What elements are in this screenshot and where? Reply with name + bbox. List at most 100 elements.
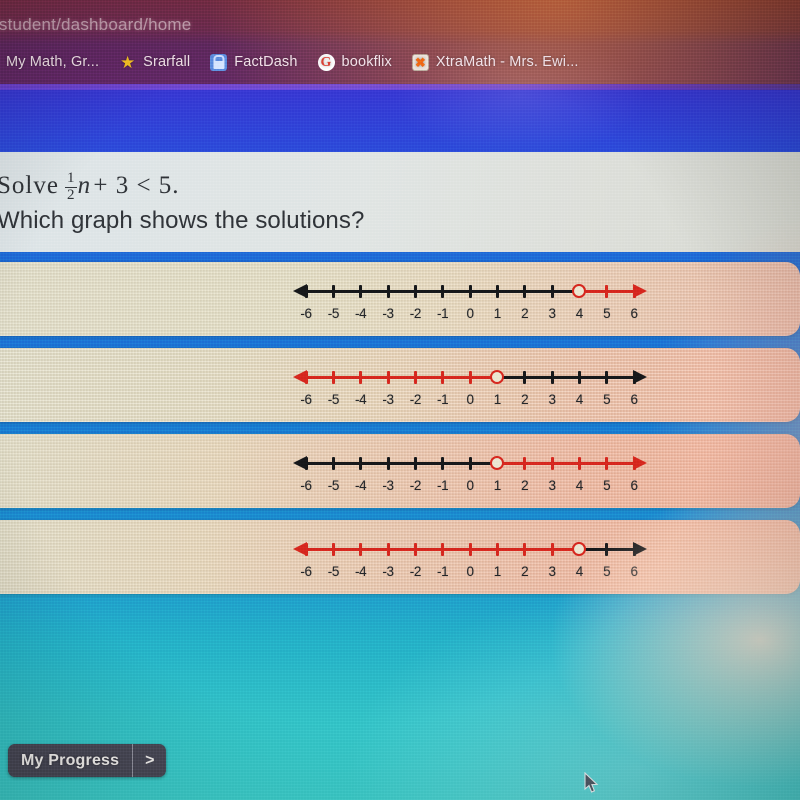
axis-tick-label: 1 bbox=[493, 478, 502, 493]
arrowhead-left-icon bbox=[293, 542, 307, 556]
axis-tick bbox=[605, 457, 609, 470]
axis-tick-label: 2 bbox=[521, 306, 529, 321]
bookmark-my-math[interactable]: My Math, Gr... bbox=[0, 52, 109, 72]
axis-tick-label: -1 bbox=[437, 306, 449, 321]
axis-tick-label: -2 bbox=[409, 392, 422, 407]
axis-tick-label: -2 bbox=[409, 306, 422, 321]
axis-tick bbox=[386, 457, 390, 470]
lock-icon bbox=[210, 53, 228, 71]
bookmark-xtramath[interactable]: ✖ XtraMath - Mrs. Ewi... bbox=[402, 52, 589, 73]
bookmarks-bar: My Math, Gr... ★ Srarfall FactDash G boo… bbox=[0, 48, 589, 76]
number-line-b bbox=[293, 369, 647, 384]
arrowhead-right-icon bbox=[633, 370, 647, 384]
number-line-labels-d: -6 -5 -4 -3 -2 -1 0 1 2 3 4 5 6 bbox=[300, 564, 638, 582]
open-circle-endpoint bbox=[490, 369, 505, 384]
axis-tick-label: -3 bbox=[382, 392, 394, 407]
axis-tick-label: 3 bbox=[548, 478, 556, 493]
axis-tick-label: -6 bbox=[300, 478, 312, 493]
arrowhead-left-icon bbox=[293, 456, 307, 470]
axis-tick-label: 4 bbox=[575, 392, 584, 407]
arrowhead-left-icon bbox=[293, 284, 307, 298]
question-prompt: Which graph shows the solutions? bbox=[0, 207, 365, 234]
axis-tick bbox=[550, 285, 554, 298]
arrowhead-right-icon bbox=[633, 284, 647, 298]
axis-tick-label: 2 bbox=[521, 478, 529, 493]
axis-tick-label: 0 bbox=[466, 478, 474, 493]
axis-tick bbox=[577, 457, 581, 470]
star-icon: ★ bbox=[119, 52, 136, 72]
axis-tick bbox=[577, 371, 581, 384]
axis-tick bbox=[441, 285, 445, 298]
axis-tick bbox=[605, 371, 609, 384]
fraction-denominator: 2 bbox=[64, 186, 77, 203]
axis-tick bbox=[605, 285, 609, 298]
browser-chrome: /student/dashboard/home My Math, Gr... ★… bbox=[0, 0, 800, 88]
axis-tick-label: -6 bbox=[300, 392, 312, 407]
axis-tick bbox=[550, 457, 554, 470]
answer-option-b[interactable]: -6 -5 -4 -3 -2 -1 0 1 2 3 4 5 6 bbox=[0, 348, 800, 422]
axis-tick bbox=[359, 543, 363, 556]
axis-tick-label: 1 bbox=[493, 392, 502, 407]
answer-option-a[interactable]: -6 -5 -4 -3 -2 -1 0 1 2 3 4 5 6 bbox=[0, 262, 800, 336]
axis-tick-label: -4 bbox=[355, 478, 367, 493]
panel-texture bbox=[0, 520, 800, 594]
google-g-icon: G bbox=[317, 53, 335, 71]
bookmark-factdash[interactable]: FactDash bbox=[200, 52, 307, 73]
axis-tick bbox=[441, 371, 445, 384]
my-progress-button[interactable]: My Progress > bbox=[8, 744, 167, 777]
open-circle-endpoint bbox=[490, 455, 505, 470]
axis-segment-right bbox=[497, 462, 634, 465]
axis-tick-label: 5 bbox=[603, 564, 611, 579]
axis-tick-label: 3 bbox=[548, 564, 556, 579]
axis-tick bbox=[331, 285, 335, 298]
axis-tick-label: 2 bbox=[521, 564, 529, 579]
axis-tick-label: 4 bbox=[575, 478, 584, 493]
chrome-bottom-edge bbox=[0, 84, 800, 90]
bookmark-bookflix[interactable]: G bookflix bbox=[308, 52, 402, 73]
axis-tick-label: 6 bbox=[630, 392, 638, 407]
number-line-a bbox=[293, 283, 647, 298]
question-panel: Solve 1 2 n + 3 < 5. Which graph shows t… bbox=[0, 152, 800, 252]
axis-tick-label: -5 bbox=[327, 306, 340, 321]
axis-tick bbox=[468, 543, 472, 556]
bookmark-label: XtraMath - Mrs. Ewi... bbox=[435, 54, 579, 70]
axis-tick bbox=[605, 543, 609, 556]
axis-tick-label: -5 bbox=[327, 564, 340, 579]
arrowhead-left-icon bbox=[293, 370, 307, 384]
answer-option-d[interactable]: -6 -5 -4 -3 -2 -1 0 1 2 3 4 5 6 bbox=[0, 520, 800, 594]
answer-option-c[interactable]: -6 -5 -4 -3 -2 -1 0 1 2 3 4 5 6 bbox=[0, 434, 800, 508]
number-line-d bbox=[293, 541, 647, 556]
axis-tick bbox=[495, 285, 499, 298]
axis-tick bbox=[413, 371, 417, 384]
axis-tick-label: 2 bbox=[521, 392, 529, 407]
axis-tick-label: -6 bbox=[300, 306, 312, 321]
axis-tick-label: 1 bbox=[493, 564, 502, 579]
axis-tick bbox=[331, 457, 335, 470]
bookmark-srarfall[interactable]: ★ Srarfall bbox=[109, 52, 200, 73]
my-progress-label: My Progress bbox=[21, 751, 120, 769]
axis-tick bbox=[441, 457, 445, 470]
axis-tick bbox=[413, 543, 417, 556]
axis-tick bbox=[523, 371, 527, 384]
panel-texture bbox=[0, 434, 800, 508]
number-line-labels-a: -6 -5 -4 -3 -2 -1 0 1 2 3 4 5 6 bbox=[300, 306, 638, 324]
axis-tick bbox=[468, 285, 472, 298]
axis-tick bbox=[550, 371, 554, 384]
axis-tick-label: 6 bbox=[630, 478, 638, 493]
axis-tick-label: -5 bbox=[327, 392, 340, 407]
axis-tick bbox=[386, 543, 390, 556]
axis-tick bbox=[359, 457, 363, 470]
axis-tick-label: -1 bbox=[437, 564, 449, 579]
axis-tick-label: -5 bbox=[327, 478, 340, 493]
fraction-numerator: 1 bbox=[66, 170, 75, 187]
chevron-right-icon[interactable]: > bbox=[132, 744, 166, 777]
fraction-one-half: 1 2 bbox=[64, 170, 77, 203]
panel-texture bbox=[0, 348, 800, 422]
address-bar[interactable]: /student/dashboard/home bbox=[0, 12, 191, 38]
open-circle-endpoint bbox=[572, 283, 587, 298]
axis-tick bbox=[523, 457, 527, 470]
axis-tick bbox=[468, 457, 472, 470]
axis-tick-label: -2 bbox=[409, 478, 422, 493]
axis-tick-label: -1 bbox=[437, 392, 449, 407]
axis-segment-right bbox=[497, 376, 634, 379]
